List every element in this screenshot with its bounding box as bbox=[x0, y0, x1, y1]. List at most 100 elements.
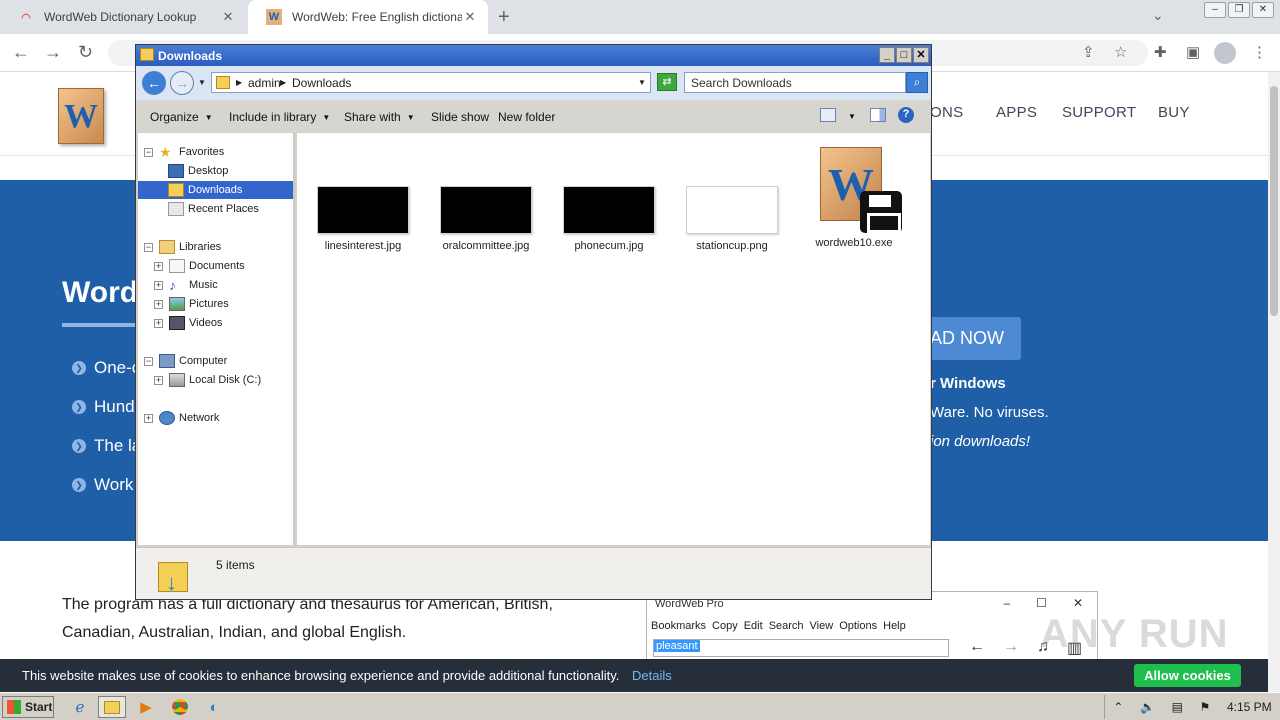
tree-documents[interactable]: + Documents bbox=[154, 257, 245, 275]
share-with-button[interactable]: Share with ▼ bbox=[344, 110, 415, 124]
explorer-taskbar-icon[interactable] bbox=[98, 696, 126, 718]
menu-search[interactable]: Search bbox=[769, 620, 804, 632]
menu-help[interactable]: Help bbox=[883, 620, 906, 632]
breadcrumb-admin[interactable]: admin bbox=[248, 76, 281, 90]
expand-icon[interactable]: + bbox=[154, 280, 163, 290]
menu-copy[interactable]: Copy bbox=[712, 620, 738, 632]
expand-icon[interactable]: + bbox=[154, 375, 163, 385]
close-button[interactable]: ✕ bbox=[913, 47, 929, 63]
close-icon[interactable]: ✕ bbox=[1073, 596, 1083, 610]
menu-view[interactable]: View bbox=[810, 620, 834, 632]
breadcrumb-chevron-icon[interactable]: ▶ bbox=[236, 78, 242, 87]
back-arrow-icon[interactable]: ← bbox=[969, 638, 985, 658]
menu-edit[interactable]: Edit bbox=[744, 620, 763, 632]
file-item[interactable]: stationcup.png bbox=[672, 186, 792, 252]
preview-pane-icon[interactable] bbox=[870, 108, 886, 122]
wordweb-logo[interactable]: W bbox=[58, 88, 104, 144]
search-icon[interactable]: ⌕ bbox=[906, 72, 928, 93]
share-icon[interactable]: ⇪ bbox=[1082, 43, 1095, 61]
collapse-icon[interactable]: − bbox=[144, 147, 153, 157]
tab-close-icon[interactable]: ✕ bbox=[220, 9, 236, 25]
breadcrumb-chevron-icon[interactable]: ▶ bbox=[280, 78, 286, 87]
menu-bookmarks[interactable]: Bookmarks bbox=[651, 620, 706, 632]
change-view-icon[interactable] bbox=[820, 108, 836, 122]
internet-explorer-icon[interactable]: ℯ bbox=[66, 696, 94, 718]
address-dropdown-icon[interactable]: ▼ bbox=[638, 78, 646, 87]
include-in-library-button[interactable]: Include in library ▼ bbox=[229, 110, 330, 124]
new-tab-button[interactable]: + bbox=[498, 6, 510, 29]
tab-wordweb-lookup[interactable]: ◠ WordWeb Dictionary Lookup ✕ bbox=[0, 0, 246, 34]
refresh-icon[interactable]: ⇄ bbox=[657, 73, 677, 91]
bookmark-star-icon[interactable]: ☆ bbox=[1114, 43, 1127, 61]
wordweb-installer-icon[interactable]: W bbox=[820, 147, 902, 233]
breadcrumb-downloads[interactable]: Downloads bbox=[292, 76, 351, 90]
minimize-icon[interactable]: – bbox=[1003, 596, 1010, 610]
tree-recent-places[interactable]: Recent Places bbox=[168, 200, 259, 218]
nav-item-support[interactable]: SUPPORT bbox=[1062, 104, 1136, 121]
tree-favorites[interactable]: − ★ Favorites bbox=[144, 143, 224, 161]
reload-icon[interactable]: ↻ bbox=[78, 42, 93, 63]
menu-options[interactable]: Options bbox=[839, 620, 877, 632]
side-panel-icon[interactable]: ▣ bbox=[1186, 43, 1200, 61]
start-button[interactable]: Start bbox=[2, 696, 54, 718]
tree-downloads[interactable]: Downloads bbox=[138, 181, 293, 199]
recent-pages-chevron-icon[interactable]: ▼ bbox=[198, 78, 206, 87]
expand-icon[interactable]: + bbox=[154, 299, 163, 309]
expand-icon[interactable]: + bbox=[154, 318, 163, 328]
close-button[interactable]: ✕ bbox=[1252, 2, 1274, 18]
scrollbar-thumb[interactable] bbox=[1270, 86, 1278, 316]
expand-icon[interactable]: + bbox=[144, 413, 153, 423]
forward-arrow-icon[interactable]: → bbox=[1003, 638, 1019, 658]
profile-avatar[interactable] bbox=[1214, 42, 1236, 64]
page-scrollbar[interactable] bbox=[1268, 72, 1280, 692]
tab-search-chevron-icon[interactable]: ⌄ bbox=[1152, 7, 1164, 24]
expand-icon[interactable]: + bbox=[154, 261, 163, 271]
chrome-icon[interactable] bbox=[166, 696, 194, 718]
tree-desktop[interactable]: Desktop bbox=[168, 162, 228, 180]
tab-wordweb-free[interactable]: W WordWeb: Free English dictionary and ✕ bbox=[248, 0, 488, 34]
minimize-button[interactable]: _ bbox=[879, 47, 895, 63]
back-arrow-icon[interactable]: ← bbox=[12, 42, 30, 63]
view-dropdown-icon[interactable]: ▼ bbox=[848, 112, 856, 121]
tree-computer[interactable]: − Computer bbox=[144, 352, 227, 370]
extensions-puzzle-icon[interactable]: ✚ bbox=[1154, 43, 1167, 61]
file-name[interactable]: wordweb10.exe bbox=[794, 237, 914, 249]
wordweb-search-input[interactable]: pleasant bbox=[653, 639, 949, 657]
explorer-titlebar[interactable]: Downloads _ □ ✕ bbox=[136, 45, 931, 66]
tab-close-icon[interactable]: ✕ bbox=[462, 9, 478, 25]
tree-libraries[interactable]: − Libraries bbox=[144, 238, 221, 256]
cookie-details-link[interactable]: Details bbox=[632, 668, 672, 683]
maximize-icon[interactable]: ☐ bbox=[1036, 596, 1047, 610]
tree-local-disk[interactable]: + Local Disk (C:) bbox=[154, 371, 261, 389]
tree-videos[interactable]: + Videos bbox=[154, 314, 222, 332]
explorer-search-input[interactable]: Search Downloads bbox=[684, 72, 906, 93]
slide-show-button[interactable]: Slide show bbox=[431, 110, 489, 124]
tree-network[interactable]: + Network bbox=[144, 409, 219, 427]
tree-music[interactable]: + ♪ Music bbox=[154, 276, 218, 294]
forward-arrow-icon[interactable]: → bbox=[170, 71, 194, 95]
collapse-icon[interactable]: − bbox=[144, 356, 153, 366]
explorer-address-bar[interactable]: ▶ admin ▶ Downloads ▼ bbox=[211, 72, 651, 93]
tree-pictures[interactable]: + Pictures bbox=[154, 295, 229, 313]
minimize-button[interactable]: – bbox=[1204, 2, 1226, 18]
allow-cookies-button[interactable]: Allow cookies bbox=[1134, 664, 1241, 687]
file-item[interactable]: linesinterest.jpg bbox=[303, 186, 423, 252]
clock[interactable]: 4:15 PM bbox=[1227, 700, 1272, 714]
network-tray-icon[interactable]: ▤ bbox=[1172, 700, 1183, 714]
action-center-flag-icon[interactable]: ⚑ bbox=[1200, 700, 1211, 714]
file-item[interactable]: oralcommittee.jpg bbox=[426, 186, 546, 252]
collapse-icon[interactable]: − bbox=[144, 242, 153, 252]
nav-item-options[interactable]: ONS bbox=[930, 104, 963, 121]
file-item[interactable]: phonecum.jpg bbox=[549, 186, 669, 252]
nav-item-buy[interactable]: BUY bbox=[1158, 104, 1190, 121]
back-arrow-icon[interactable]: ← bbox=[142, 71, 166, 95]
help-icon[interactable]: ? bbox=[898, 107, 914, 123]
volume-icon[interactable]: 🔈 bbox=[1140, 700, 1155, 714]
organize-button[interactable]: Organize ▼ bbox=[150, 110, 213, 124]
maximize-button[interactable]: □ bbox=[896, 47, 912, 63]
restore-button[interactable]: ❐ bbox=[1228, 2, 1250, 18]
media-player-icon[interactable]: ▶ bbox=[132, 696, 160, 718]
forward-arrow-icon[interactable]: → bbox=[44, 42, 62, 63]
new-folder-button[interactable]: New folder bbox=[498, 110, 555, 124]
edge-icon[interactable]: ◐ bbox=[200, 696, 228, 718]
